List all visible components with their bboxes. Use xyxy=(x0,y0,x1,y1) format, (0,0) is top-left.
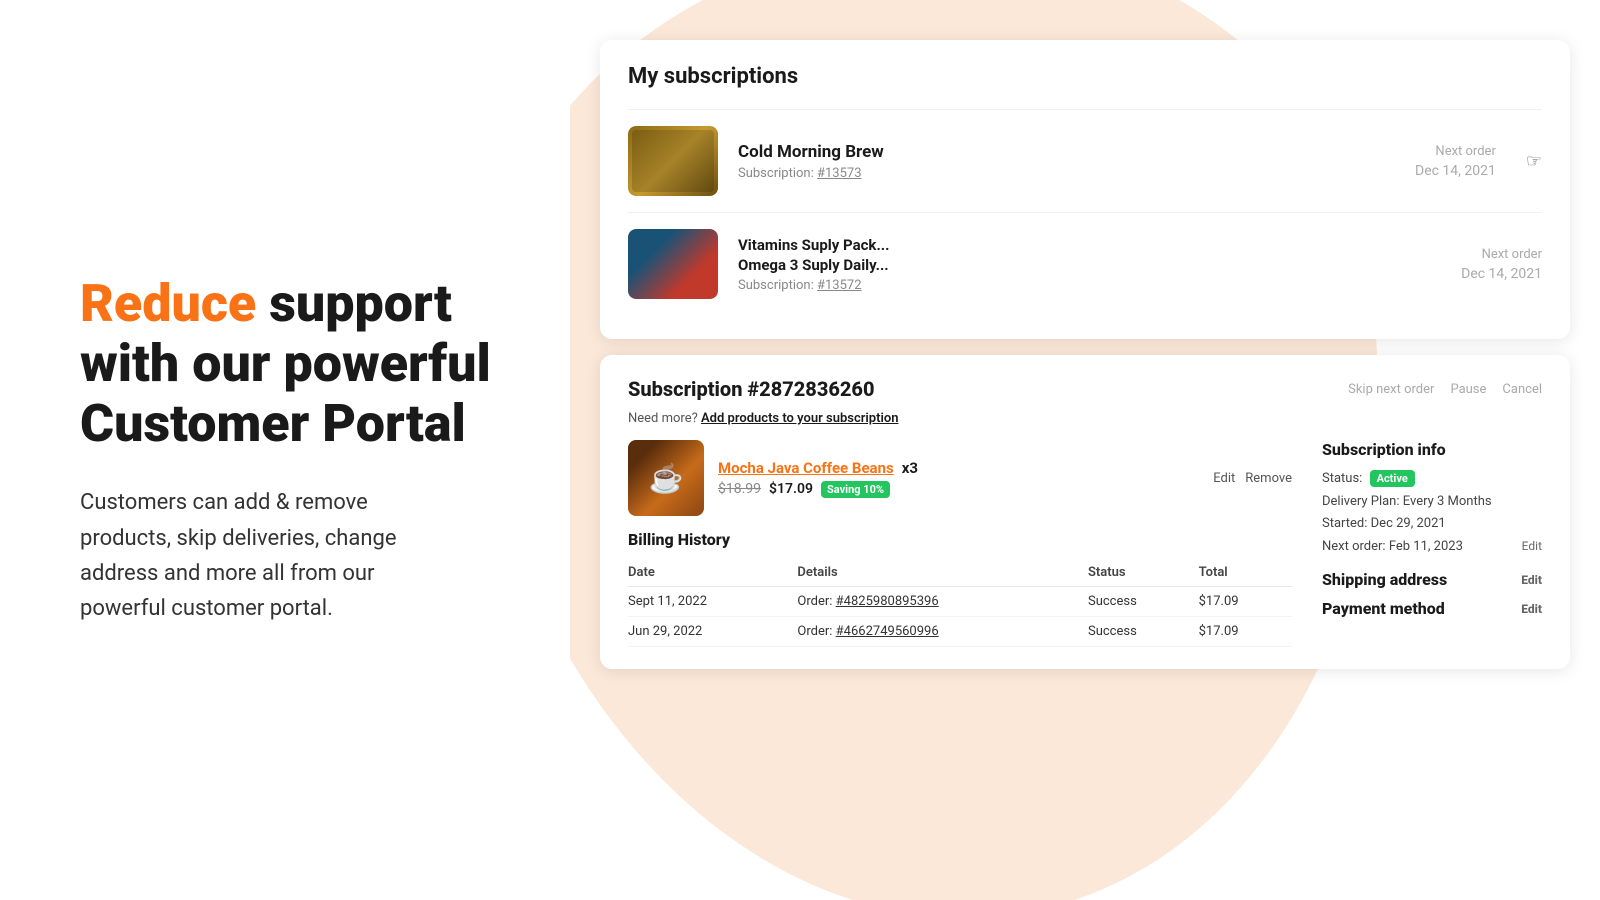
detail-actions: Skip next order Pause Cancel xyxy=(1348,382,1542,397)
hero-heading: Reduce supportwith our powerfulCustomer … xyxy=(80,274,510,453)
subscriptions-card-title: My subscriptions xyxy=(628,64,1542,89)
pause-link[interactable]: Pause xyxy=(1450,382,1486,397)
billing-col-total: Total xyxy=(1199,559,1292,587)
detail-body: ☕ Mocha Java Coffee Beans x3 $18.99 $17.… xyxy=(628,440,1542,647)
billing-details-2: Order: #4662749560996 xyxy=(797,617,1088,647)
subscription-detail-card: Subscription #2872836260 Skip next order… xyxy=(600,355,1570,669)
cold-morning-brew-next-order: Next order Dec 14, 2021 xyxy=(1415,144,1496,179)
cold-morning-brew-image xyxy=(628,126,718,196)
product-edit-remove: Edit Remove xyxy=(1213,471,1292,486)
cursor-icon: ☞ xyxy=(1526,151,1542,172)
product-row: ☕ Mocha Java Coffee Beans x3 $18.99 $17.… xyxy=(628,440,1292,516)
left-panel: Reduce supportwith our powerfulCustomer … xyxy=(0,0,570,900)
price-new: $17.09 xyxy=(769,481,813,497)
detail-header: Subscription #2872836260 Skip next order… xyxy=(628,377,1542,401)
cold-morning-brew-id: Subscription: #13573 xyxy=(738,166,1395,181)
product-info: Mocha Java Coffee Beans x3 $18.99 $17.09… xyxy=(718,459,1199,498)
payment-method-section: Payment method Edit xyxy=(1322,599,1542,618)
shipping-edit-link[interactable]: Edit xyxy=(1521,573,1542,587)
next-order-date-1: Dec 14, 2021 xyxy=(1415,163,1496,179)
next-order-label-1: Next order xyxy=(1415,144,1496,159)
payment-title: Payment method Edit xyxy=(1322,599,1542,618)
billing-details-1: Order: #4825980895396 xyxy=(797,587,1088,617)
sub-id-link-2[interactable]: #13572 xyxy=(817,278,862,293)
subscription-item-2[interactable]: Vitamins Suply Pack... Omega 3 Suply Dai… xyxy=(628,212,1542,315)
billing-status-2: Success xyxy=(1088,617,1199,647)
billing-col-details: Details xyxy=(797,559,1088,587)
billing-col-status: Status xyxy=(1088,559,1199,587)
billing-date-1: Sept 11, 2022 xyxy=(628,587,797,617)
cold-morning-brew-info: Cold Morning Brew Subscription: #13573 xyxy=(738,142,1395,181)
billing-col-date: Date xyxy=(628,559,797,587)
hero-heading-highlight: Reduce xyxy=(80,273,256,334)
product-name-row: Mocha Java Coffee Beans x3 xyxy=(718,459,1199,477)
subscription-item-1[interactable]: Cold Morning Brew Subscription: #13573 N… xyxy=(628,109,1542,212)
price-old: $18.99 xyxy=(718,481,761,497)
billing-total-1: $17.09 xyxy=(1199,587,1292,617)
sub-info-edit-link[interactable]: Edit xyxy=(1522,537,1542,555)
subscription-list-card: My subscriptions Cold Morning Brew Subsc… xyxy=(600,40,1570,339)
mocha-java-product-image: ☕ xyxy=(628,440,704,516)
billing-section: Billing History Date Details Status Tota… xyxy=(628,530,1292,647)
detail-left: ☕ Mocha Java Coffee Beans x3 $18.99 $17.… xyxy=(628,440,1292,647)
product-name-link[interactable]: Mocha Java Coffee Beans xyxy=(718,459,894,477)
billing-table: Date Details Status Total Sept 11, 2022 xyxy=(628,559,1292,647)
product-prices: $18.99 $17.09 Saving 10% xyxy=(718,481,1199,498)
add-products-text: Need more? Add products to your subscrip… xyxy=(628,411,1542,426)
billing-row-2: Jun 29, 2022 Order: #4662749560996 Succe… xyxy=(628,617,1292,647)
next-order-date-2: Dec 14, 2021 xyxy=(1461,266,1542,282)
product-remove-link[interactable]: Remove xyxy=(1245,471,1292,486)
hero-subtext: Customers can add & removeproducts, skip… xyxy=(80,485,510,626)
product-edit-link[interactable]: Edit xyxy=(1213,471,1235,486)
billing-order-link-1[interactable]: #4825980895396 xyxy=(836,594,939,609)
billing-table-header-row: Date Details Status Total xyxy=(628,559,1292,587)
vitamins-name-1: Vitamins Suply Pack... xyxy=(738,236,1441,254)
vitamins-name-2: Omega 3 Suply Daily... xyxy=(738,256,1441,274)
vitamins-info: Vitamins Suply Pack... Omega 3 Suply Dai… xyxy=(738,236,1441,293)
cards-container: My subscriptions Cold Morning Brew Subsc… xyxy=(570,0,1600,900)
sub-info-delivery-row: Delivery Plan: Every 3 Months xyxy=(1322,492,1542,512)
cold-morning-brew-name: Cold Morning Brew xyxy=(738,142,1395,162)
sub-info-started-row: Started: Dec 29, 2021 xyxy=(1322,514,1542,534)
status-active-badge: Active xyxy=(1370,470,1415,487)
detail-title: Subscription #2872836260 xyxy=(628,377,875,401)
payment-edit-link[interactable]: Edit xyxy=(1521,602,1542,616)
sub-info-next-order-row: Next order: Feb 11, 2023 Edit xyxy=(1322,537,1542,557)
coffee-beans-image xyxy=(628,126,718,196)
shipping-title: Shipping address Edit xyxy=(1322,570,1542,589)
skip-next-order-link[interactable]: Skip next order xyxy=(1348,382,1434,397)
cancel-link[interactable]: Cancel xyxy=(1502,382,1542,397)
detail-right: Subscription info Status: Active Deliver… xyxy=(1322,440,1542,647)
billing-total-2: $17.09 xyxy=(1199,617,1292,647)
billing-row-1: Sept 11, 2022 Order: #4825980895396 Succ… xyxy=(628,587,1292,617)
product-qty: x3 xyxy=(902,459,918,477)
right-panel: My subscriptions Cold Morning Brew Subsc… xyxy=(570,0,1600,900)
vitamins-image xyxy=(628,229,718,299)
billing-order-link-2[interactable]: #4662749560996 xyxy=(836,624,939,639)
vitamins-product-image xyxy=(628,229,718,299)
sub-info-title: Subscription info xyxy=(1322,440,1542,459)
vitamins-id: Subscription: #13572 xyxy=(738,278,1441,293)
billing-title: Billing History xyxy=(628,530,1292,549)
add-products-link[interactable]: Add products to your subscription xyxy=(701,411,898,426)
next-order-label-2: Next order xyxy=(1461,247,1542,262)
shipping-address-section: Shipping address Edit xyxy=(1322,570,1542,589)
saving-badge: Saving 10% xyxy=(821,481,890,498)
sub-id-link-1[interactable]: #13573 xyxy=(817,166,862,181)
billing-status-1: Success xyxy=(1088,587,1199,617)
sub-info-section: Subscription info Status: Active Deliver… xyxy=(1322,440,1542,556)
billing-date-2: Jun 29, 2022 xyxy=(628,617,797,647)
sub-info-status-row: Status: Active xyxy=(1322,469,1542,489)
vitamins-next-order: Next order Dec 14, 2021 xyxy=(1461,247,1542,282)
